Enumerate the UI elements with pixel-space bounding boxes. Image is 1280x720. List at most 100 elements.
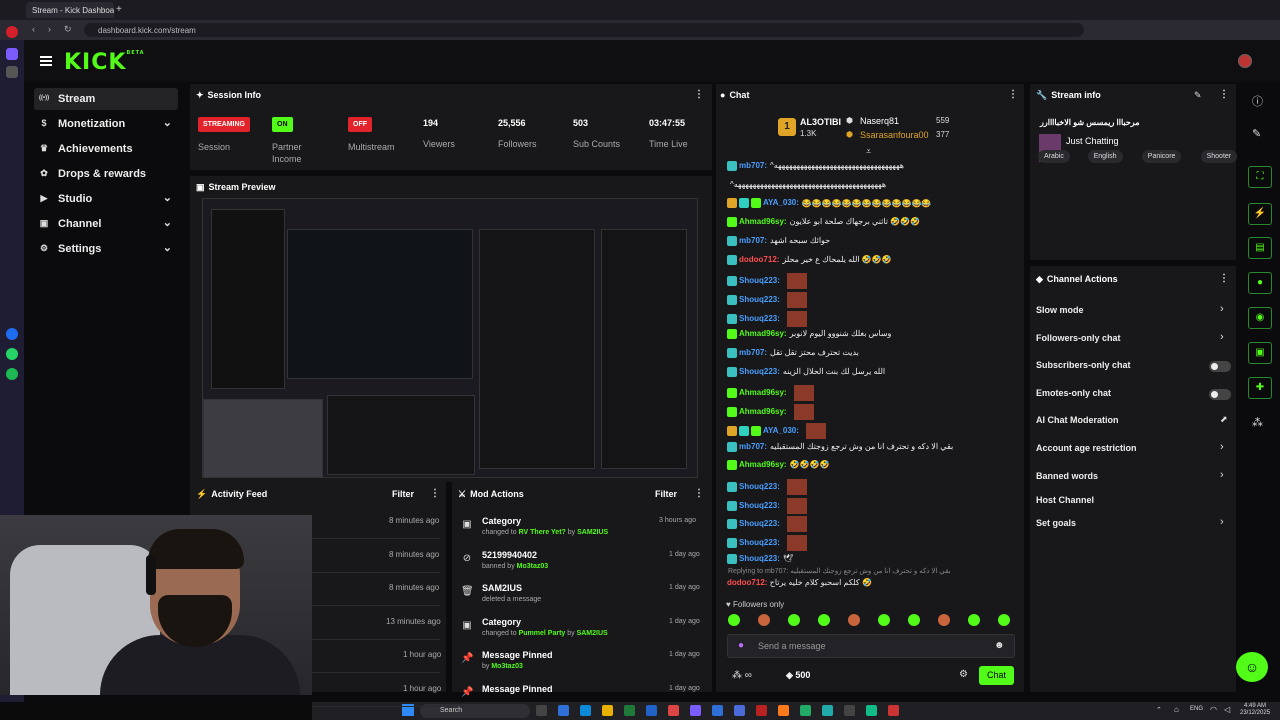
chat-username[interactable]: Shouq223: bbox=[739, 501, 780, 510]
chat-message[interactable]: Shouq223: bbox=[727, 273, 807, 290]
channel-action-set-goals[interactable]: Set goals bbox=[1036, 518, 1076, 528]
chat-input[interactable]: Send a message bbox=[758, 641, 826, 651]
emote-icon[interactable] bbox=[968, 614, 980, 626]
spotify-icon[interactable] bbox=[6, 368, 18, 380]
emote-icon[interactable] bbox=[728, 614, 740, 626]
chat-message[interactable]: AYA_030: 😂😂😂😂😂😂😂😂😂😂😂😂😂 bbox=[727, 198, 931, 212]
channel-action-banned-words[interactable]: Banned words bbox=[1036, 471, 1098, 481]
emoji-icon[interactable]: ☻ bbox=[994, 640, 1005, 651]
chevron-down-icon[interactable]: ⌄ bbox=[163, 241, 172, 254]
wifi-icon[interactable]: ◠ bbox=[1210, 705, 1217, 714]
stream-tag[interactable]: Shooter bbox=[1200, 150, 1238, 163]
edit-icon[interactable]: ✎ bbox=[1194, 90, 1202, 101]
forward-icon[interactable]: › bbox=[48, 24, 51, 34]
chat-username[interactable]: dodoo712: bbox=[739, 255, 779, 264]
chat-username[interactable]: Shouq223: bbox=[739, 276, 780, 285]
chat-username[interactable]: AYA_030: bbox=[763, 426, 799, 435]
stream-tag[interactable]: English bbox=[1087, 150, 1123, 163]
chat-username[interactable]: mb707: bbox=[739, 442, 767, 451]
chat-message[interactable]: Ahmad96sy: bbox=[727, 385, 814, 402]
chat-message[interactable]: Shouq223: bbox=[727, 291, 807, 308]
chevron-right-icon[interactable]: › bbox=[1220, 331, 1224, 343]
reload-icon[interactable]: ↻ bbox=[64, 24, 72, 35]
taskbar-app-icon[interactable] bbox=[756, 705, 767, 716]
menu-icon[interactable] bbox=[40, 56, 52, 66]
stream-tag[interactable]: Arabic bbox=[1038, 150, 1070, 163]
expand-leaderboard-icon[interactable]: ⩡ bbox=[866, 146, 871, 157]
toggle-switch[interactable] bbox=[1209, 389, 1231, 400]
channel-action-account-age-restriction[interactable]: Account age restriction bbox=[1036, 443, 1137, 453]
taskbar-app-icon[interactable] bbox=[866, 705, 877, 716]
chevron-right-icon[interactable]: › bbox=[1220, 516, 1224, 528]
rail-notes-button[interactable]: ▤ bbox=[1248, 237, 1272, 259]
help-chat-icon[interactable]: ☺ bbox=[1236, 652, 1268, 682]
taskbar-app-icon[interactable] bbox=[624, 705, 635, 716]
rail-clip-button[interactable]: ⛶ bbox=[1248, 166, 1272, 188]
activity-filter-button[interactable]: Filter bbox=[392, 489, 414, 499]
mod-target[interactable]: RV There Yet? bbox=[517, 529, 566, 536]
sidebar-item-channel[interactable]: ▣ Channel ⌄ bbox=[34, 213, 178, 235]
browser-tab[interactable]: Stream - Kick Dashboard bbox=[26, 2, 114, 18]
taskbar-app-icon[interactable] bbox=[844, 705, 855, 716]
new-tab-icon[interactable]: + bbox=[116, 4, 122, 15]
channel-action-subscribers-only-chat[interactable]: Subscribers-only chat bbox=[1036, 360, 1131, 370]
taskbar-app-icon[interactable] bbox=[602, 705, 613, 716]
chat-message[interactable]: AYA_030: bbox=[727, 422, 826, 439]
mod-more-icon[interactable]: ⋮ bbox=[694, 488, 704, 499]
rail-broadcast-button[interactable]: ◉ bbox=[1248, 307, 1272, 329]
chat-username[interactable]: Shouq223: bbox=[739, 538, 780, 547]
tray-chevron-icon[interactable]: ⌃ bbox=[1156, 706, 1162, 714]
sidebar-item-monetization[interactable]: $ Monetization ⌄ bbox=[34, 113, 178, 135]
taskbar-app-icon[interactable] bbox=[712, 705, 723, 716]
emote-icon[interactable] bbox=[938, 614, 950, 626]
rail-chat-button[interactable]: ● bbox=[1248, 272, 1272, 294]
back-icon[interactable]: ‹ bbox=[32, 24, 35, 34]
taskbar-app-icon[interactable] bbox=[580, 705, 591, 716]
star-icon[interactable] bbox=[6, 66, 18, 78]
toggle-switch[interactable] bbox=[1209, 361, 1231, 372]
chat-username[interactable]: Ahmad96sy: bbox=[739, 407, 787, 416]
taskbar-app-icon[interactable] bbox=[690, 705, 701, 716]
mod-user-link[interactable]: Mo3taz03 bbox=[515, 563, 549, 570]
mod-user-link[interactable]: Mo3taz03 bbox=[489, 663, 523, 670]
channel-actions-more-icon[interactable]: ⋮ bbox=[1219, 273, 1229, 284]
chat-more-icon[interactable]: ⋮ bbox=[1008, 89, 1018, 100]
chevron-right-icon[interactable]: › bbox=[1220, 441, 1224, 453]
mod-user-link[interactable]: SAM2IUS bbox=[575, 630, 608, 637]
chevron-right-icon[interactable]: › bbox=[1220, 303, 1224, 315]
mod-filter-button[interactable]: Filter bbox=[655, 489, 677, 499]
rail-tool-button[interactable]: ✚ bbox=[1248, 377, 1272, 399]
rail-flash-button[interactable]: ⚡ bbox=[1248, 203, 1272, 225]
mod-target[interactable]: Pummel Party bbox=[517, 630, 566, 637]
taskbar-app-icon[interactable] bbox=[822, 705, 833, 716]
sidebar-item-studio[interactable]: ▶ Studio ⌄ bbox=[34, 188, 178, 210]
clock[interactable]: 4:49 AM 23/12/2025 bbox=[1240, 703, 1270, 717]
taskbar-app-icon[interactable] bbox=[668, 705, 679, 716]
pencil-icon[interactable]: ✎ bbox=[1252, 127, 1261, 140]
taskbar-app-icon[interactable] bbox=[778, 705, 789, 716]
sidebar-item-drops-rewards[interactable]: ✿ Drops & rewards bbox=[34, 163, 178, 185]
chat-username[interactable]: mb707: bbox=[739, 161, 767, 170]
chat-username[interactable]: Shouq223: bbox=[739, 519, 780, 528]
taskbar-app-icon[interactable] bbox=[734, 705, 745, 716]
chat-username[interactable]: Shouq223: bbox=[739, 482, 780, 491]
chat-message[interactable]: mb707: بقي الا دكه و تحترف انا من وش ترجع… bbox=[727, 441, 953, 456]
whatsapp-icon[interactable] bbox=[6, 348, 18, 360]
channel-action-followers-only-chat[interactable]: Followers-only chat bbox=[1036, 333, 1121, 343]
sidebar-item-achievements[interactable]: ♛ Achievements bbox=[34, 138, 178, 160]
chat-username[interactable]: Ahmad96sy: bbox=[739, 217, 787, 226]
chat-username[interactable]: Ahmad96sy: bbox=[739, 329, 787, 338]
channel-action-emotes-only-chat[interactable]: Emotes-only chat bbox=[1036, 388, 1111, 398]
chat-message[interactable]: Shouq223: الله يرسل لك بنت الحلال الزينه bbox=[727, 366, 885, 381]
chat-message[interactable]: mb707: ^ههههههههههههههههههههههههههههههههه… bbox=[727, 161, 904, 175]
chat-message[interactable]: Shouq223: 🕊 bbox=[727, 553, 793, 568]
chat-settings-icon[interactable]: ⚙ bbox=[959, 669, 968, 680]
chat-message[interactable]: Shouq223: bbox=[727, 310, 807, 327]
home-icon[interactable] bbox=[6, 48, 18, 60]
session-more-icon[interactable]: ⋮ bbox=[694, 89, 704, 100]
mod-user-link[interactable]: SAM2IUS bbox=[575, 529, 608, 536]
chat-message[interactable]: Shouq223: bbox=[727, 516, 807, 533]
chat-message[interactable]: Ahmad96sy: تاثني برجهاك صلحة ابو علايون 🤣… bbox=[727, 217, 920, 231]
chat-message[interactable]: Shouq223: bbox=[727, 478, 807, 495]
messenger-icon[interactable] bbox=[6, 328, 18, 340]
